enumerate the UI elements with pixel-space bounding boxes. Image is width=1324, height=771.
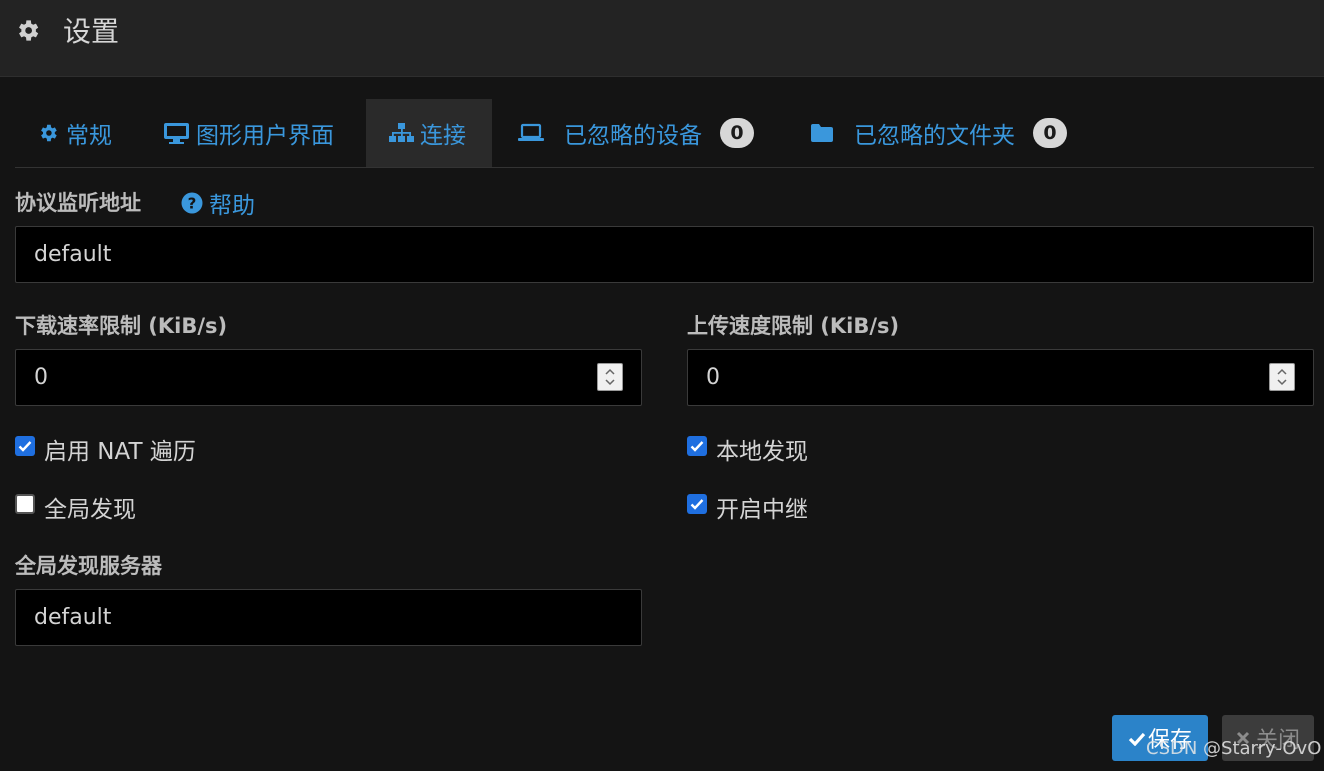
download-limit-label: 下载速率限制 (KiB/s) xyxy=(15,314,228,338)
check-icon xyxy=(18,441,32,452)
watermark: CSDN @Starry-OvO xyxy=(1146,738,1322,759)
sitemap-icon xyxy=(389,123,414,142)
check-icon xyxy=(1128,732,1146,746)
ignored-devices-count-badge: 0 xyxy=(720,118,754,148)
checkbox-box[interactable] xyxy=(687,436,707,456)
checkbox-box[interactable] xyxy=(15,436,35,456)
tab-gui[interactable]: 图形用户界面 xyxy=(163,99,334,167)
check-icon xyxy=(690,441,704,452)
check-icon xyxy=(690,499,704,510)
help-label: 帮助 xyxy=(209,193,255,219)
download-limit-stepper[interactable] xyxy=(597,363,623,391)
tab-label: 图形用户界面 xyxy=(196,123,334,149)
modal-title: 设置 xyxy=(63,15,120,48)
help-link[interactable]: ? 帮助 xyxy=(181,187,255,219)
question-circle-icon: ? xyxy=(181,192,203,214)
checkbox-label: 启用 NAT 遍历 xyxy=(44,439,196,465)
gear-icon xyxy=(19,20,39,41)
upload-limit-stepper[interactable] xyxy=(1269,363,1295,391)
settings-tabs: 常规 图形用户界面 连接 已忽略的设备 0 已忽略的文件夹 0 xyxy=(15,99,1314,168)
listen-address-value: default xyxy=(34,242,112,267)
tab-label: 已忽略的文件夹 xyxy=(854,123,1015,149)
listen-address-label: 协议监听地址 xyxy=(15,191,141,215)
upload-limit-label: 上传速度限制 (KiB/s) xyxy=(687,314,900,338)
monitor-icon xyxy=(164,123,189,144)
folder-icon xyxy=(811,124,833,142)
tab-ignored-devices[interactable]: 已忽略的设备 0 xyxy=(518,99,754,167)
checkbox-label: 本地发现 xyxy=(716,439,808,465)
chevron-up-down-icon xyxy=(1277,368,1287,386)
checkbox-label: 全局发现 xyxy=(44,497,136,523)
relaying-checkbox[interactable]: 开启中继 xyxy=(687,490,808,524)
laptop-icon xyxy=(518,123,544,141)
global-discovery-server-value: default xyxy=(34,605,112,630)
download-limit-value: 0 xyxy=(34,365,48,390)
global-discovery-server-label: 全局发现服务器 xyxy=(15,554,162,578)
modal-header: 设置 xyxy=(0,0,1324,77)
ignored-folders-count-badge: 0 xyxy=(1033,118,1067,148)
tab-label: 连接 xyxy=(420,123,466,149)
checkbox-box[interactable] xyxy=(687,494,707,514)
nat-traversal-checkbox[interactable]: 启用 NAT 遍历 xyxy=(15,432,196,466)
listen-address-input[interactable]: default xyxy=(15,226,1314,283)
download-limit-input[interactable]: 0 xyxy=(15,349,642,406)
chevron-up-down-icon xyxy=(605,368,615,386)
local-discovery-checkbox[interactable]: 本地发现 xyxy=(687,432,808,466)
gear-icon xyxy=(41,124,57,142)
global-discovery-server-input[interactable]: default xyxy=(15,589,642,646)
tab-ignored-folders[interactable]: 已忽略的文件夹 0 xyxy=(810,99,1067,167)
checkbox-box[interactable] xyxy=(15,494,35,514)
global-discovery-checkbox[interactable]: 全局发现 xyxy=(15,490,136,524)
tab-connections[interactable]: 连接 xyxy=(366,99,492,167)
checkbox-label: 开启中继 xyxy=(716,497,808,523)
tab-label: 常规 xyxy=(66,123,112,149)
svg-text:?: ? xyxy=(188,195,197,213)
tab-label: 已忽略的设备 xyxy=(564,123,702,149)
upload-limit-value: 0 xyxy=(706,365,720,390)
tab-general[interactable]: 常规 xyxy=(37,99,112,167)
upload-limit-input[interactable]: 0 xyxy=(687,349,1314,406)
